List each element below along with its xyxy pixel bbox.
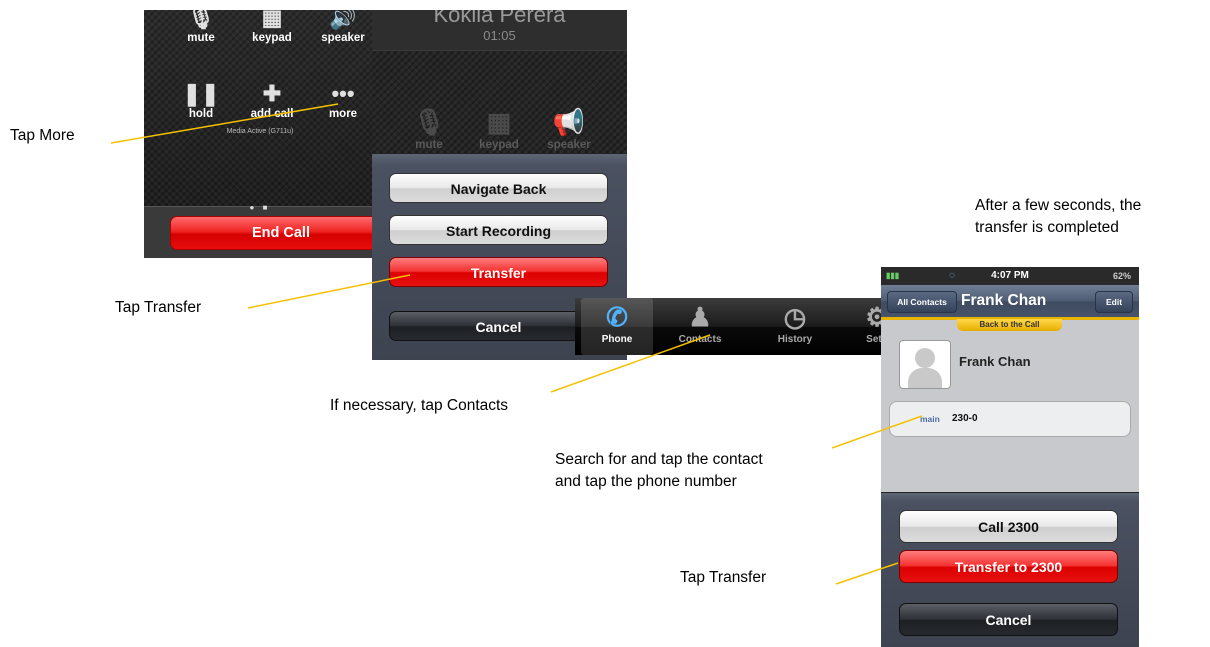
annotation-completed-line2: transfer is completed [975,219,1119,236]
caller-name: Kokila Perera [433,10,566,27]
transfer-action-sheet: Call 2300 Transfer to 2300 Cancel [881,492,1139,647]
keypad-icon: ▦ [261,10,283,30]
annotation-search-line2: and tap the phone number [555,473,737,490]
navigate-back-button[interactable]: Navigate Back [389,173,608,203]
tab-contacts[interactable]: ♟ Contacts [664,298,736,355]
battery-level: 62% [1112,271,1131,281]
page-indicator: ● ■ [249,203,271,212]
speaker-button[interactable]: 📢 speaker [534,105,604,151]
annotation-tap-contacts: If necessary, tap Contacts [330,397,509,414]
call-timer: 01:05 [483,28,516,43]
keypad-button[interactable]: ▦ keypad [237,10,307,44]
speaker-button[interactable]: 🔊 speaker [308,10,376,44]
annotation-tap-transfer: Tap Transfer [115,299,202,316]
annotation-tap-transfer-2: Tap Transfer [680,569,767,586]
back-to-call-button[interactable]: Back to the Call [957,319,1062,331]
keypad-icon: ▦ [486,107,512,137]
avatar-head [915,348,935,368]
edit-button[interactable]: Edit [1095,291,1133,313]
hold-button[interactable]: ❚❚ hold [166,80,236,120]
phone-number: 230-0 [952,413,978,424]
end-call-button[interactable]: End Call [170,216,376,250]
keypad-button[interactable]: ▦ keypad [464,105,534,151]
annotation-completed-line1: After a few seconds, the [975,197,1142,214]
media-status: Media Active (G711u) [226,128,294,135]
cancel-button[interactable]: Cancel [899,603,1118,636]
phone-icon: ✆ [606,302,628,332]
pause-icon: ❚❚ [182,81,220,106]
annotation-search-line1: Search for and tap the contact [555,451,763,468]
more-button[interactable]: ••• more [308,80,376,120]
phone-type: main [920,414,940,424]
avatar [899,340,951,389]
call-button[interactable]: Call 2300 [899,510,1118,543]
contacts-icon: ♟ [688,302,712,332]
ellipsis-icon: ••• [331,81,355,106]
page-title: Frank Chan [961,292,1047,309]
mic-off-icon: 🎙 [187,10,215,30]
transfer-button[interactable]: Transfer [389,257,608,287]
mic-off-icon: 🎙 [412,107,446,137]
contact-name: Frank Chan [959,354,1031,369]
speaker-icon: 📢 [552,107,586,137]
mute-button[interactable]: 🎙 mute [394,105,464,151]
tab-bar: ✆ Phone ♟ Contacts ◷ History ⚙ Setti [575,298,890,355]
status-bar: ▮▮▮ ◌ 4:07 PM 62% [881,267,1139,285]
phone-number-row[interactable]: main 230-0 [889,401,1131,437]
transfer-to-button[interactable]: Transfer to 2300 [899,550,1118,583]
plus-icon: ✚ [262,81,282,106]
status-time: 4:07 PM [991,270,1029,281]
speaker-icon: 🔊 [329,10,357,30]
tab-phone[interactable]: ✆ Phone [581,298,653,355]
in-call-screen: 🎙 mute ▦ keypad 🔊 speaker ❚❚ hold ✚ add … [144,10,376,258]
nav-bar: All Contacts Frank Chan Edit [881,285,1139,320]
mute-button[interactable]: 🎙 mute [166,10,236,44]
start-recording-button[interactable]: Start Recording [389,215,608,245]
tab-history[interactable]: ◷ History [759,298,831,355]
clock-icon: ◷ [783,302,807,332]
contact-detail-screen: ▮▮▮ ◌ 4:07 PM 62% All Contacts Frank Cha… [881,267,1139,647]
add-call-button[interactable]: ✚ add call [237,80,307,120]
caller-header: Kokila Perera 01:05 [372,10,627,51]
all-contacts-button[interactable]: All Contacts [887,291,957,313]
avatar-body [908,368,942,388]
annotation-tap-more: Tap More [10,127,75,144]
